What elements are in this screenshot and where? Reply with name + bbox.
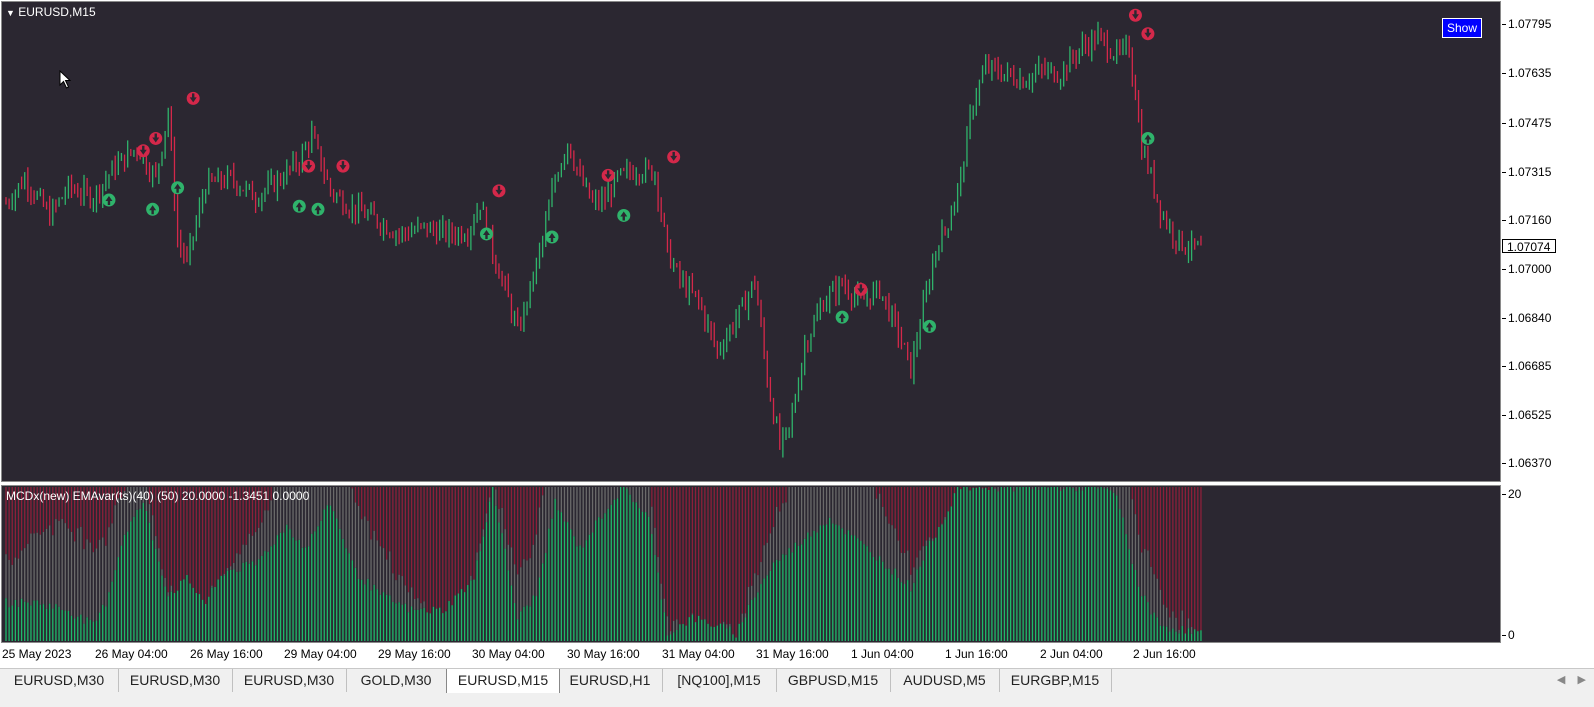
chart-tab[interactable]: EURUSD,M30 (0, 669, 119, 692)
indicator-axis: 20 0 (1502, 485, 1594, 643)
indicator-axis-top: 20 (1508, 487, 1522, 501)
price-label: 1.07160 (1508, 212, 1552, 227)
chart-tab[interactable]: GBPUSD,M15 (776, 669, 891, 692)
buy-signal-icon (146, 202, 160, 216)
tab-scroll-arrows[interactable]: ◀ ▶ (1557, 673, 1586, 686)
price-tick (1502, 415, 1506, 417)
time-label: 2 Jun 04:00 (1040, 647, 1103, 661)
buy-signal-icon (292, 199, 306, 213)
price-chart-pane[interactable]: ▼ EURUSD,M15 Show (1, 1, 1501, 482)
chevron-right-icon[interactable]: ▶ (1578, 674, 1586, 686)
buy-signal-icon (171, 181, 185, 195)
chart-window: ▼ EURUSD,M15 Show 1.07074 1.07795 1.07635… (0, 0, 1594, 674)
time-label: 29 May 04:00 (284, 647, 357, 661)
price-tick (1502, 463, 1506, 464)
price-tick (1502, 73, 1506, 75)
sell-signal-icon (1128, 8, 1142, 22)
price-tick (1502, 171, 1506, 173)
buy-signal-icon (311, 202, 325, 216)
price-label: 1.06685 (1508, 358, 1552, 373)
sell-signal-icon (601, 168, 615, 182)
sell-signal-icon (136, 144, 150, 158)
price-label: 1.07635 (1508, 66, 1552, 81)
price-label: 1.07315 (1508, 164, 1552, 179)
sell-signal-icon (149, 131, 163, 145)
sell-signal-icon (854, 282, 868, 296)
time-axis: 25 May 2023 26 May 04:00 26 May 16:00 29 Ma… (0, 644, 1502, 666)
time-label: 30 May 04:00 (472, 647, 545, 661)
buy-signal-icon (617, 208, 631, 222)
chart-tab[interactable]: [NQ100],M15 (662, 669, 777, 692)
status-strip (0, 693, 1594, 707)
time-label: 31 May 16:00 (756, 647, 829, 661)
sell-signal-icon (302, 159, 316, 173)
time-label: 1 Jun 16:00 (945, 647, 1008, 661)
price-tick (1502, 268, 1506, 270)
price-label: 1.07475 (1508, 115, 1552, 130)
price-tick (1502, 24, 1506, 25)
buy-signal-icon (479, 227, 493, 241)
mouse-cursor-icon (59, 70, 72, 89)
buy-signal-icon (835, 310, 849, 324)
price-tick (1502, 318, 1506, 320)
time-label: 2 Jun 16:00 (1133, 647, 1196, 661)
time-label: 26 May 04:00 (95, 647, 168, 661)
symbol-title: EURUSD,M15 (18, 5, 96, 19)
price-label: 1.06370 (1508, 456, 1552, 470)
time-label: 1 Jun 04:00 (851, 647, 914, 661)
time-label: 26 May 16:00 (190, 647, 263, 661)
chart-tab[interactable]: EURUSD,M15 (446, 669, 560, 694)
indicator-label: MCDx(new) EMAvar(ts)(40) (50) 20.0000 -1… (6, 489, 310, 503)
chart-tab[interactable]: EURUSD,H1 (558, 669, 663, 692)
price-tick (1502, 122, 1506, 124)
buy-signal-icon (1141, 131, 1155, 145)
buy-signal-icon (545, 230, 559, 244)
price-label: 1.06840 (1508, 311, 1552, 326)
buy-signal-icon (102, 193, 116, 207)
time-label: 30 May 16:00 (567, 647, 640, 661)
price-label: 1.07000 (1508, 261, 1552, 276)
sell-signal-icon (1141, 27, 1155, 41)
chart-tab[interactable]: EURUSD,M30 (232, 669, 347, 692)
price-tick (1502, 365, 1506, 367)
price-candles (5, 8, 1202, 458)
sell-signal-icon (667, 150, 681, 164)
buy-signal-icon (923, 319, 937, 333)
current-price-label: 1.07074 (1502, 239, 1556, 254)
time-label: 25 May 2023 (2, 647, 72, 661)
show-button[interactable]: Show (1442, 18, 1483, 38)
price-axis: 1.07074 1.07795 1.07635 1.07475 1.07315 1.07… (1502, 0, 1594, 484)
sell-signal-icon (336, 159, 350, 173)
price-label: 1.06525 (1508, 408, 1552, 423)
time-label: 29 May 16:00 (378, 647, 451, 661)
chart-title[interactable]: ▼ EURUSD,M15 (6, 5, 96, 19)
chart-tab[interactable]: EURGBP,M15 (999, 669, 1112, 692)
chart-tab[interactable]: GOLD,M30 (346, 669, 447, 692)
indicator-histogram (5, 487, 1202, 641)
sell-signal-icon (492, 184, 506, 198)
indicator-pane[interactable]: MCDx(new) EMAvar(ts)(40) (50) 20.0000 -1… (1, 485, 1501, 643)
sell-signal-icon (186, 91, 200, 105)
price-label: 1.07795 (1508, 17, 1552, 31)
chart-tab[interactable]: EURUSD,M30 (118, 669, 233, 692)
chart-tab-bar: EURUSD,M30 EURUSD,M30 EURUSD,M30 GOLD,M30 EU… (0, 668, 1594, 694)
chevron-left-icon[interactable]: ◀ (1557, 674, 1565, 686)
price-tick (1502, 219, 1506, 221)
chart-tab[interactable]: AUDUSD,M5 (890, 669, 1000, 692)
time-label: 31 May 04:00 (662, 647, 735, 661)
indicator-axis-bottom: 0 (1508, 628, 1515, 642)
triangle-down-icon[interactable]: ▼ (6, 8, 15, 18)
